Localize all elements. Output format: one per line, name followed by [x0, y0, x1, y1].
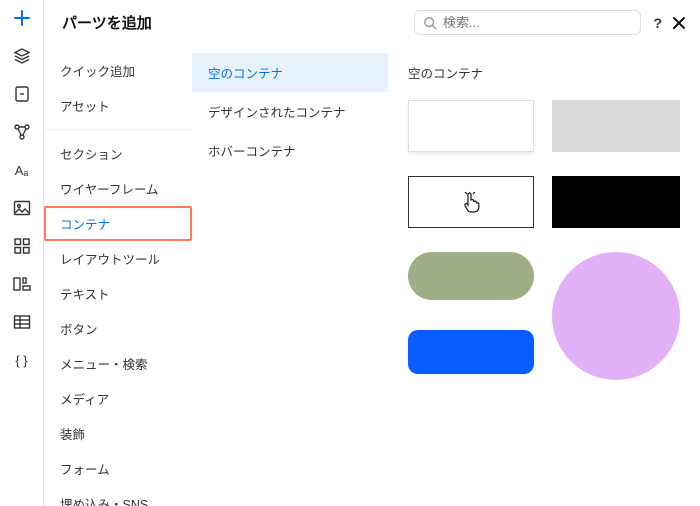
category-container[interactable]: コンテナ — [44, 206, 192, 241]
category-button[interactable]: ボタン — [44, 311, 192, 346]
category-section[interactable]: セクション — [44, 129, 192, 171]
category-media[interactable]: メディア — [44, 381, 192, 416]
category-text[interactable]: テキスト — [44, 276, 192, 311]
component-icon[interactable] — [12, 274, 32, 294]
image-icon[interactable] — [12, 198, 32, 218]
subcategory-hover-container[interactable]: ホバーコンテナ — [192, 131, 388, 170]
subcategory-list: 空のコンテナ デザインされたコンテナ ホバーコンテナ — [192, 45, 388, 506]
close-button[interactable] — [672, 16, 686, 30]
category-assets[interactable]: アセット — [44, 88, 192, 123]
grid-icon[interactable] — [12, 236, 32, 256]
category-list: クイック追加 アセット セクション ワイヤーフレーム コンテナ レイアウトツール… — [44, 45, 192, 506]
plus-icon[interactable] — [12, 8, 32, 28]
panel-title: パーツを追加 — [62, 12, 402, 33]
category-wireframe[interactable]: ワイヤーフレーム — [44, 171, 192, 206]
add-panel: パーツを追加 ? クイック追加 アセット セクション ワイヤーフレーム コンテナ… — [44, 0, 700, 506]
category-embed-sns[interactable]: 埋め込み・SNS — [44, 486, 192, 506]
search-input[interactable] — [443, 15, 632, 30]
category-decoration[interactable]: 装飾 — [44, 416, 192, 451]
container-preset-white-box[interactable] — [408, 100, 534, 152]
connect-icon[interactable] — [12, 122, 32, 142]
category-menu-search[interactable]: メニュー・検索 — [44, 346, 192, 381]
container-preset-blue-rounded[interactable] — [408, 330, 534, 374]
container-preset-gray-box[interactable] — [552, 100, 680, 152]
table-icon[interactable] — [12, 312, 32, 332]
cursor-hand-icon — [460, 190, 482, 214]
preview-pane: 空のコンテナ — [388, 45, 700, 506]
preview-title: 空のコンテナ — [408, 53, 680, 100]
category-form[interactable]: フォーム — [44, 451, 192, 486]
subcategory-designed-container[interactable]: デザインされたコンテナ — [192, 92, 388, 131]
preview-grid — [408, 100, 680, 380]
layers-icon[interactable] — [12, 46, 32, 66]
header-actions: ? — [653, 15, 686, 31]
search-input-wrap[interactable] — [414, 10, 641, 35]
container-preset-purple-circle[interactable] — [552, 252, 680, 380]
help-button[interactable]: ? — [653, 15, 662, 31]
subcategory-empty-container[interactable]: 空のコンテナ — [192, 53, 388, 92]
text-icon[interactable]: Aₐ — [12, 160, 32, 180]
panel-body: クイック追加 アセット セクション ワイヤーフレーム コンテナ レイアウトツール… — [44, 45, 700, 506]
category-layout-tools[interactable]: レイアウトツール — [44, 241, 192, 276]
page-icon[interactable] — [12, 84, 32, 104]
category-quick-add[interactable]: クイック追加 — [44, 53, 192, 88]
search-icon — [423, 16, 437, 30]
container-preset-outline-box[interactable] — [408, 176, 534, 228]
container-preset-black-box[interactable] — [552, 176, 680, 228]
code-icon[interactable]: { } — [12, 350, 32, 370]
container-preset-green-pill[interactable] — [408, 252, 534, 300]
panel-header: パーツを追加 ? — [44, 0, 700, 45]
icon-rail: Aₐ { } — [0, 0, 44, 506]
